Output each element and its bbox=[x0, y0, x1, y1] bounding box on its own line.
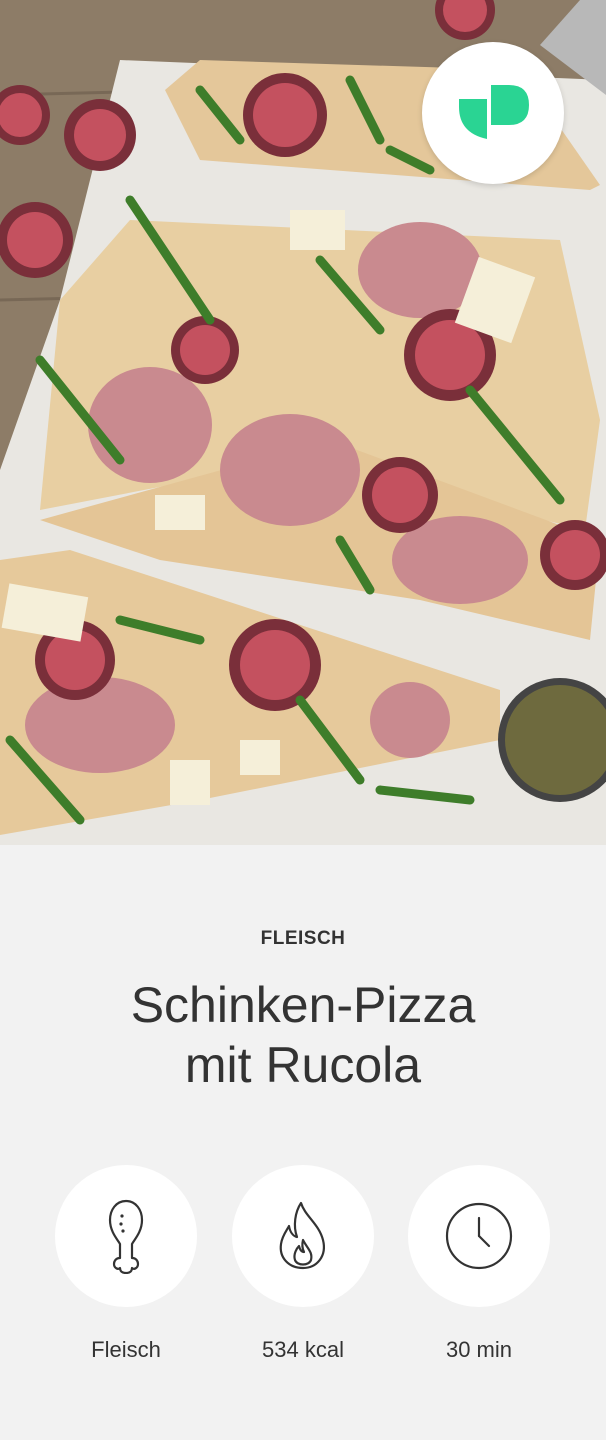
stat-calories-label: 534 kcal bbox=[262, 1337, 344, 1362]
app-logo-icon bbox=[459, 85, 529, 139]
hero-image bbox=[0, 0, 606, 845]
stat-time: 30 min bbox=[408, 1165, 550, 1363]
stat-calories: 534 kcal bbox=[232, 1165, 374, 1363]
recipe-info: FLEISCH Schinken-Pizza mit Rucola Fleisc… bbox=[0, 845, 606, 1440]
stat-category-circle bbox=[55, 1165, 197, 1307]
stat-time-circle bbox=[408, 1165, 550, 1307]
stat-category: Fleisch bbox=[55, 1165, 197, 1363]
chicken-leg-icon bbox=[108, 1199, 144, 1274]
recipe-title-line-1: Schinken-Pizza bbox=[130, 977, 476, 1033]
stat-category-label: Fleisch bbox=[91, 1337, 161, 1362]
recipe-title: Schinken-Pizza mit Rucola bbox=[0, 975, 606, 1095]
recipe-title-line-2: mit Rucola bbox=[184, 1037, 422, 1093]
stat-calories-circle bbox=[232, 1165, 374, 1307]
stat-time-label: 30 min bbox=[445, 1337, 513, 1362]
recipe-category: FLEISCH bbox=[260, 928, 346, 949]
clock-icon bbox=[445, 1202, 513, 1270]
app-logo-badge[interactable] bbox=[422, 42, 564, 184]
flame-icon bbox=[279, 1201, 325, 1270]
